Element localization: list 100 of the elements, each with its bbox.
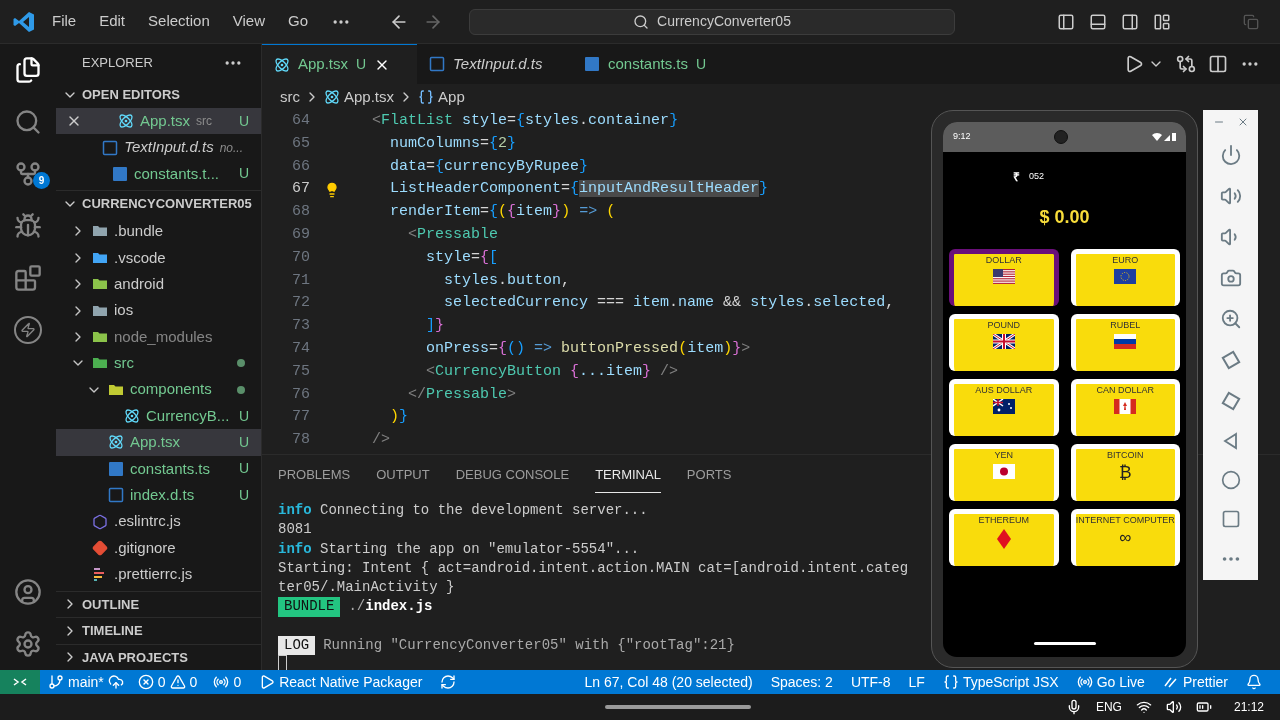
panel-tab[interactable]: PORTS <box>686 456 732 494</box>
panel-tab[interactable]: PROBLEMS <box>278 456 351 494</box>
lightning-icon[interactable] <box>14 316 42 344</box>
currency-button[interactable]: AUS DOLLAR <box>949 379 1059 436</box>
lightbulb-icon[interactable] <box>324 181 340 198</box>
line-number: 66 <box>291 156 310 177</box>
volume-icon[interactable] <box>1165 699 1182 715</box>
explorer-icon[interactable] <box>14 56 42 84</box>
rotate-left-icon[interactable] <box>1219 349 1242 371</box>
menu-item[interactable]: Selection <box>148 10 210 33</box>
currency-button[interactable]: DOLLAR <box>949 249 1059 306</box>
amount-input[interactable]: 052 <box>1029 170 1045 184</box>
prettier-button[interactable]: Prettier <box>1162 671 1228 693</box>
section-header[interactable]: CURRENCYCONVERTER05 <box>56 190 261 217</box>
code-line: style={[ <box>425 247 499 268</box>
breadcrumb-item[interactable]: src <box>280 85 300 109</box>
compare-icon[interactable] <box>1176 54 1196 74</box>
currency-button[interactable]: BITCOIN ₿ <box>1070 444 1180 501</box>
tree-item[interactable]: constants.ts U <box>56 455 261 483</box>
source-control-icon[interactable] <box>14 160 42 188</box>
search-icon[interactable] <box>14 108 42 136</box>
account-icon[interactable] <box>14 578 42 606</box>
tree-item[interactable]: index.d.ts U <box>56 482 261 509</box>
layout-icon[interactable] <box>1153 12 1171 31</box>
split-editor-icon[interactable] <box>1208 54 1228 74</box>
wifi-icon[interactable] <box>1135 699 1152 715</box>
run-debug-icon[interactable] <box>14 212 42 240</box>
code-line: </Pressable> <box>407 384 517 405</box>
menu-item[interactable]: Edit <box>99 10 126 33</box>
menu-item[interactable]: File <box>52 10 77 33</box>
language-indicator[interactable]: ENG <box>1095 698 1122 716</box>
editor-tab[interactable]: App.tsx U <box>262 44 417 84</box>
tree-item[interactable]: components <box>56 376 261 403</box>
home-icon[interactable] <box>1220 470 1241 490</box>
currency-button[interactable]: CAN DOLLAR <box>1070 379 1180 436</box>
zoom-icon[interactable] <box>1219 308 1242 330</box>
problems-button[interactable]: 0 0 <box>137 671 198 693</box>
section-header[interactable]: TIMELINE <box>56 617 261 644</box>
file-name: CurrencyB... <box>146 405 231 426</box>
currency-button[interactable]: RUBEL <box>1070 314 1180 371</box>
clock[interactable]: 21:12 <box>1233 698 1264 716</box>
battery-icon[interactable] <box>1195 699 1212 715</box>
rotate-right-icon[interactable] <box>1219 390 1242 412</box>
tree-item[interactable]: .eslintrc.js <box>56 508 261 535</box>
publish-icon[interactable] <box>107 674 124 690</box>
tree-item[interactable]: App.tsx U <box>56 429 261 456</box>
open-editor-item[interactable]: App.tsx src U <box>56 108 261 135</box>
open-editor-item[interactable]: constants.t... U <box>56 160 261 188</box>
toggle-sidebar-icon[interactable] <box>1057 12 1075 31</box>
breadcrumb-item[interactable]: App <box>438 85 465 109</box>
tree-item[interactable]: .vscode <box>56 244 261 271</box>
power-icon[interactable] <box>1219 144 1242 166</box>
status-item[interactable]: LF <box>908 671 925 693</box>
ports-button[interactable]: 0 <box>213 671 242 693</box>
tree-item[interactable]: ios <box>56 297 261 324</box>
status-item[interactable]: Ln 67, Col 48 (20 selected) <box>584 671 753 693</box>
command-center[interactable]: CurrencyConverter05 <box>469 8 955 35</box>
currency-button[interactable]: EURO <box>1070 249 1180 306</box>
tree-item[interactable]: .bundle <box>56 218 261 245</box>
file-name: index.d.ts <box>130 485 196 505</box>
extensions-icon[interactable] <box>14 264 42 292</box>
refresh-icon[interactable] <box>440 674 457 690</box>
open-editor-item[interactable]: TextInput.d.ts no... <box>56 134 261 161</box>
tree-item[interactable]: CurrencyB... U <box>56 402 261 430</box>
branch-button[interactable]: main* <box>48 671 104 693</box>
notifications-icon[interactable] <box>1246 674 1262 690</box>
status-item[interactable]: Spaces: 2 <box>770 671 833 693</box>
breadcrumb-item[interactable]: App.tsx <box>344 85 395 109</box>
currency-button[interactable]: ETHEREUM <box>949 509 1059 566</box>
tree-item[interactable]: node_modules <box>56 323 261 351</box>
panel-tab[interactable]: DEBUG CONSOLE <box>455 456 570 494</box>
settings-icon[interactable] <box>14 630 42 658</box>
gesture-bar[interactable] <box>1033 642 1096 645</box>
section-header[interactable]: OPEN EDITORS <box>56 82 261 108</box>
menu-item[interactable]: View <box>232 10 265 33</box>
line-number: 73 <box>291 316 310 337</box>
tree-item[interactable]: android <box>56 270 261 298</box>
panel-tab[interactable]: TERMINAL <box>595 456 661 494</box>
status-item[interactable]: UTF-8 <box>850 671 891 693</box>
menu-item[interactable]: Go <box>288 10 308 33</box>
toggle-panel-icon[interactable] <box>1089 12 1107 31</box>
go-live-button[interactable]: Go Live <box>1076 671 1145 693</box>
terminal-text: Starting: Intent { act=android.intent.action.MAIN cat=[android.intent.categ <box>278 558 909 578</box>
tree-item[interactable]: .prettierrc.js <box>56 561 261 588</box>
tree-item[interactable]: .gitignore <box>56 534 261 562</box>
camera-icon[interactable] <box>1219 267 1242 289</box>
currency-button[interactable]: INTERNET COMPUTER ∞ <box>1070 509 1180 566</box>
overview-icon[interactable] <box>1220 509 1241 529</box>
code-line: styles.button, <box>443 270 571 291</box>
remote-button[interactable] <box>0 670 40 694</box>
tree-item[interactable]: src <box>56 350 261 377</box>
currency-button[interactable]: POUND <box>949 314 1059 371</box>
section-header[interactable]: OUTLINE <box>56 590 261 617</box>
run-icon[interactable] <box>1124 54 1144 74</box>
currency-button[interactable]: YEN <box>949 444 1059 501</box>
toggle-secondary-sidebar-icon[interactable] <box>1121 12 1139 31</box>
panel-tab[interactable]: OUTPUT <box>376 456 430 494</box>
packager-button[interactable]: React Native Packager <box>259 671 423 693</box>
volume-up-icon[interactable] <box>1219 185 1242 207</box>
language-button[interactable]: TypeScript JSX <box>942 671 1059 693</box>
